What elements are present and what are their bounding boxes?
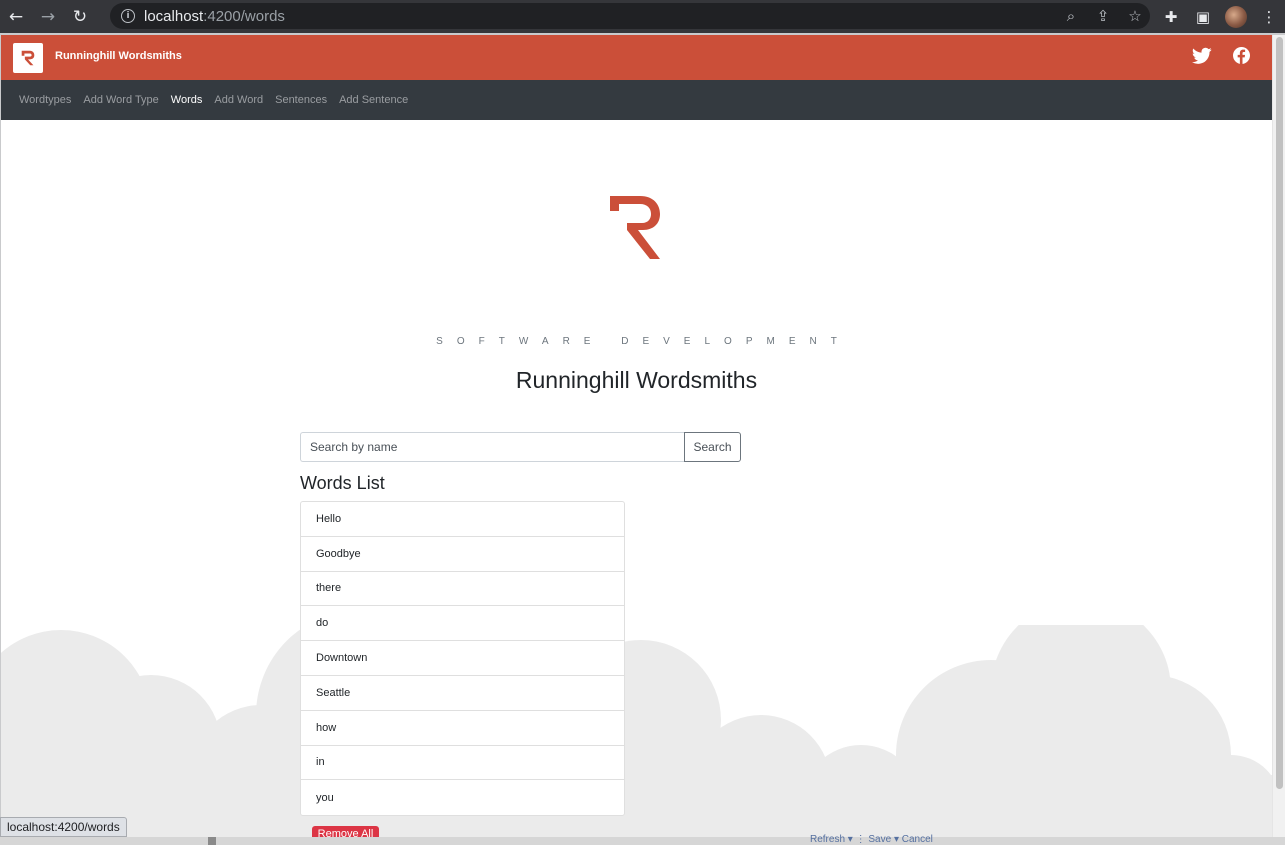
tagline: SOFTWARE DEVELOPMENT (436, 336, 851, 347)
search-input[interactable] (300, 432, 684, 462)
address-bar[interactable]: i localhost:4200/words ⌕ ⇪ ☆ (110, 3, 1150, 29)
browser-toolbar: ← → ↻ i localhost:4200/words ⌕ ⇪ ☆ ✚ ▣ ⋮ (0, 0, 1285, 33)
main-nav: Wordtypes Add Word Type Words Add Word S… (1, 80, 1272, 120)
list-item[interactable]: Hello (301, 502, 624, 537)
hero-logo-icon (607, 193, 665, 268)
zoom-icon[interactable]: ⌕ (1062, 7, 1080, 25)
nav-item-words[interactable]: Words (171, 94, 203, 106)
web-page: Runninghill Wordsmiths Wordtypes Add Wor… (1, 35, 1272, 837)
url-host: localhost (144, 7, 204, 25)
site-info-icon[interactable]: i (121, 9, 135, 23)
url-path: :4200/words (203, 7, 285, 25)
nav-item-sentences[interactable]: Sentences (275, 94, 327, 106)
clouds-illustration (1, 625, 1272, 837)
brand-title[interactable]: Runninghill Wordsmiths (55, 50, 182, 62)
words-list: Hello Goodbye there do Downtown Seattle … (300, 501, 625, 817)
search-group: Search (300, 432, 741, 462)
browser-actions: ✚ ▣ ⋮ (1161, 0, 1279, 33)
background-toolbar-text: Refresh ▾ ⋮ Save ▾ Cancel (810, 834, 933, 845)
list-item[interactable]: Seattle (301, 676, 624, 711)
reload-icon[interactable]: ↻ (64, 0, 96, 33)
list-item[interactable]: do (301, 606, 624, 642)
list-item[interactable]: there (301, 572, 624, 607)
list-item[interactable]: how (301, 711, 624, 746)
link-status-bubble: localhost:4200/words (0, 817, 127, 837)
browser-menu-icon[interactable]: ⋮ (1259, 8, 1279, 26)
list-item[interactable]: you (301, 780, 624, 815)
page-scrollbar[interactable] (1272, 35, 1285, 837)
nav-item-add-word[interactable]: Add Word (214, 94, 263, 106)
profile-avatar[interactable] (1225, 5, 1247, 28)
list-item[interactable]: Goodbye (301, 537, 624, 572)
facebook-icon[interactable] (1233, 47, 1250, 69)
app-header: Runninghill Wordsmiths (1, 35, 1272, 80)
page-title: Runninghill Wordsmiths (515, 367, 758, 393)
omnibox-actions: ⌕ ⇪ ☆ (1062, 3, 1144, 29)
nav-item-add-sentence[interactable]: Add Sentence (339, 94, 408, 106)
side-panel-icon[interactable]: ▣ (1193, 8, 1213, 26)
bookmark-star-icon[interactable]: ☆ (1126, 7, 1144, 25)
background-window: Refresh ▾ ⋮ Save ▾ Cancel (0, 834, 1285, 845)
extensions-puzzle-icon[interactable]: ✚ (1161, 8, 1181, 26)
nav-item-add-word-type[interactable]: Add Word Type (83, 94, 158, 106)
share-icon[interactable]: ⇪ (1094, 7, 1112, 25)
forward-icon[interactable]: → (32, 0, 64, 33)
nav-item-wordtypes[interactable]: Wordtypes (19, 94, 71, 106)
list-item[interactable]: Downtown (301, 641, 624, 676)
twitter-icon[interactable] (1191, 47, 1212, 70)
url-text[interactable]: localhost:4200/words (144, 8, 285, 25)
list-item[interactable]: in (301, 746, 624, 781)
background-window-divider (208, 837, 216, 845)
scrollbar-thumb[interactable] (1276, 37, 1283, 789)
remove-all-button[interactable]: Remove All (312, 826, 379, 837)
search-button[interactable]: Search (684, 432, 741, 462)
brand-logo-icon[interactable] (13, 43, 43, 73)
words-list-heading: Words List (300, 473, 385, 493)
back-icon[interactable]: ← (0, 0, 32, 33)
